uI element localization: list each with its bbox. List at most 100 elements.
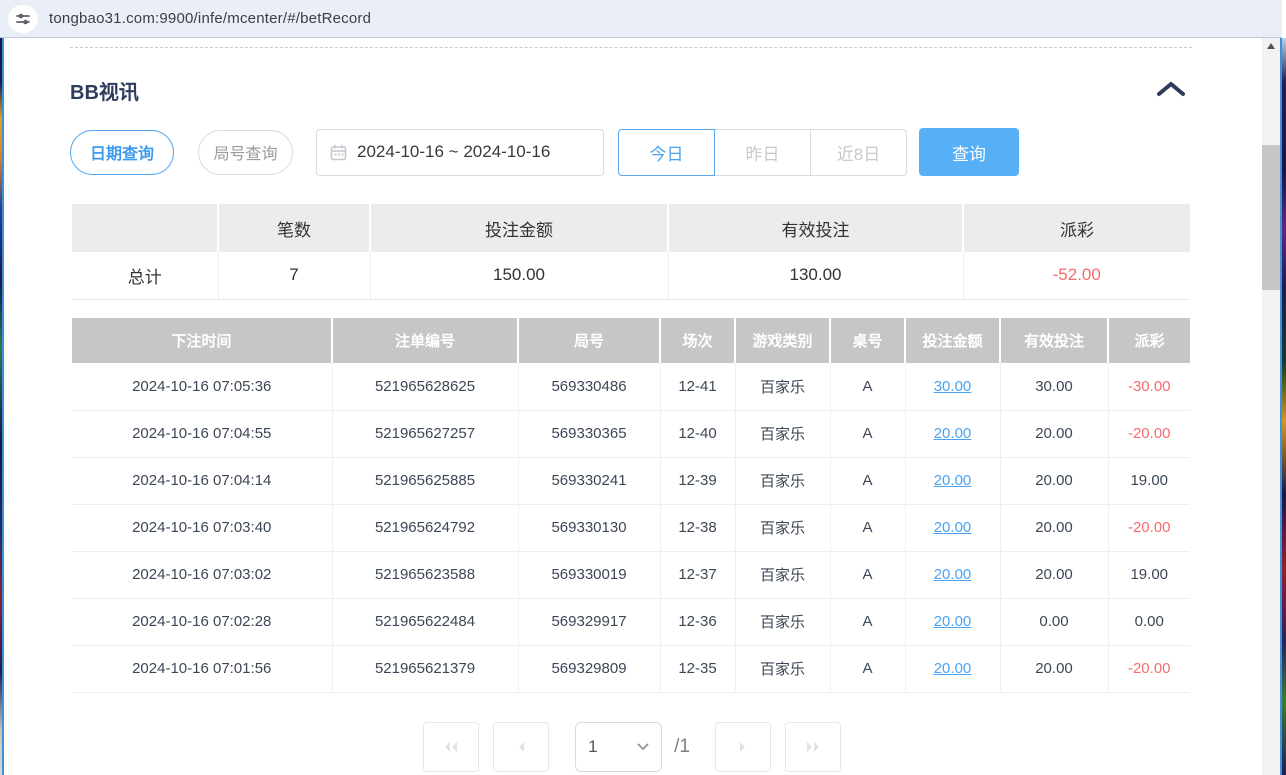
- quick-yesterday-button[interactable]: 昨日: [714, 129, 811, 176]
- date-range-input[interactable]: 2024-10-16 ~ 2024-10-16: [316, 129, 604, 176]
- bet-amount-link[interactable]: 20.00: [934, 472, 972, 489]
- table-cell: 20.00: [1000, 551, 1108, 598]
- table-cell: 521965622484: [332, 598, 518, 645]
- bet-amount-cell: 20.00: [905, 504, 1000, 551]
- page-title: BB视讯: [70, 76, 139, 105]
- table-cell: 百家乐: [735, 645, 830, 692]
- table-cell: 12-39: [660, 457, 735, 504]
- quick-today-button[interactable]: 今日: [618, 129, 715, 176]
- table-cell: -20.00: [1108, 645, 1190, 692]
- table-cell: 569329917: [518, 598, 660, 645]
- bet-records-table: 下注时间注单编号局号场次游戏类别桌号投注金额有效投注派彩 2024-10-16 …: [72, 318, 1190, 693]
- bet-amount-cell: 20.00: [905, 645, 1000, 692]
- tune-icon: [15, 11, 31, 27]
- collapse-section-button[interactable]: [1152, 77, 1190, 101]
- table-cell: 2024-10-16 07:04:14: [72, 457, 332, 504]
- table-cell: A: [830, 410, 905, 457]
- popup-border-left: [2, 38, 4, 775]
- bet-amount-link[interactable]: 20.00: [934, 613, 972, 630]
- tab-date-query[interactable]: 日期查询: [70, 130, 174, 175]
- table-cell: -20.00: [1108, 504, 1190, 551]
- table-cell: 0.00: [1000, 598, 1108, 645]
- browser-window: tongbao31.com:9900/infe/mcenter/#/betRec…: [0, 0, 1286, 775]
- table-cell: 20.00: [1000, 504, 1108, 551]
- records-header-cell: 派彩: [1108, 318, 1190, 363]
- quick-last8days-button[interactable]: 近8日: [810, 129, 907, 176]
- table-row: 2024-10-16 07:04:55521965627257569330365…: [72, 410, 1190, 457]
- table-cell: 2024-10-16 07:03:02: [72, 551, 332, 598]
- page-total-label: /1: [674, 722, 690, 772]
- records-header-row: 下注时间注单编号局号场次游戏类别桌号投注金额有效投注派彩: [72, 318, 1190, 363]
- search-button[interactable]: 查询: [919, 128, 1019, 176]
- table-row: 2024-10-16 07:04:14521965625885569330241…: [72, 457, 1190, 504]
- bet-amount-link[interactable]: 20.00: [934, 425, 972, 442]
- dashed-divider: [70, 47, 1192, 48]
- bet-amount-link[interactable]: 30.00: [934, 378, 972, 395]
- summary-table: 笔数投注金额有效投注派彩 总计 7 150.00 130.00 -52.00: [72, 204, 1190, 300]
- table-cell: 2024-10-16 07:03:40: [72, 504, 332, 551]
- next-page-button[interactable]: [715, 722, 771, 772]
- browser-address-bar[interactable]: tongbao31.com:9900/infe/mcenter/#/betRec…: [0, 0, 1282, 38]
- table-cell: 百家乐: [735, 410, 830, 457]
- site-settings-icon[interactable]: [8, 5, 38, 33]
- last-page-button[interactable]: [785, 722, 841, 772]
- table-cell: 569330019: [518, 551, 660, 598]
- summary-payout: -52.00: [963, 252, 1190, 299]
- table-cell: 521965621379: [332, 645, 518, 692]
- bet-amount-link[interactable]: 20.00: [934, 660, 972, 677]
- table-cell: 百家乐: [735, 457, 830, 504]
- table-row: 2024-10-16 07:01:56521965621379569329809…: [72, 645, 1190, 692]
- scrollbar[interactable]: [1262, 38, 1280, 775]
- table-cell: 521965627257: [332, 410, 518, 457]
- table-cell: A: [830, 457, 905, 504]
- table-cell: 569330486: [518, 363, 660, 410]
- table-cell: 2024-10-16 07:02:28: [72, 598, 332, 645]
- table-cell: A: [830, 598, 905, 645]
- records-header-cell: 下注时间: [72, 318, 332, 363]
- summary-total-label: 总计: [72, 252, 218, 299]
- pagination-bar: 1 /1: [2, 722, 1262, 772]
- calendar-icon: [330, 144, 347, 161]
- table-cell: A: [830, 551, 905, 598]
- table-cell: 569329809: [518, 645, 660, 692]
- table-cell: 19.00: [1108, 457, 1190, 504]
- records-header-cell: 桌号: [830, 318, 905, 363]
- page-select[interactable]: 1: [575, 722, 662, 772]
- table-cell: 521965624792: [332, 504, 518, 551]
- date-range-value: 2024-10-16 ~ 2024-10-16: [357, 142, 550, 162]
- url-text: tongbao31.com:9900/infe/mcenter/#/betRec…: [49, 10, 371, 27]
- table-cell: A: [830, 363, 905, 410]
- table-cell: 12-37: [660, 551, 735, 598]
- table-cell: -30.00: [1108, 363, 1190, 410]
- table-cell: A: [830, 645, 905, 692]
- table-cell: 569330241: [518, 457, 660, 504]
- bet-amount-cell: 30.00: [905, 363, 1000, 410]
- table-cell: A: [830, 504, 905, 551]
- bet-amount-link[interactable]: 20.00: [934, 519, 972, 536]
- scrollbar-up-arrow[interactable]: [1262, 38, 1280, 54]
- arrow-left-icon: [515, 740, 527, 754]
- table-cell: 百家乐: [735, 598, 830, 645]
- table-row: 2024-10-16 07:05:36521965628625569330486…: [72, 363, 1190, 410]
- table-cell: 569330130: [518, 504, 660, 551]
- table-cell: 19.00: [1108, 551, 1190, 598]
- first-page-button[interactable]: [423, 722, 479, 772]
- table-cell: 2024-10-16 07:04:55: [72, 410, 332, 457]
- chevron-up-icon: [1155, 79, 1187, 99]
- summary-bet-amount: 150.00: [370, 252, 668, 299]
- double-arrow-right-icon: [804, 740, 822, 754]
- previous-page-button[interactable]: [493, 722, 549, 772]
- summary-count: 7: [218, 252, 370, 299]
- filter-toolbar: 日期查询 局号查询 2024-10-16 ~ 2024-10-16 今日 昨日 …: [70, 128, 1019, 176]
- scrollbar-thumb[interactable]: [1262, 145, 1280, 290]
- table-cell: 521965623588: [332, 551, 518, 598]
- tab-round-query[interactable]: 局号查询: [198, 130, 293, 175]
- quick-range-group: 今日 昨日 近8日: [618, 129, 907, 176]
- records-header-cell: 有效投注: [1000, 318, 1108, 363]
- summary-header-cell: [72, 204, 218, 252]
- records-header-cell: 局号: [518, 318, 660, 363]
- table-cell: 2024-10-16 07:05:36: [72, 363, 332, 410]
- table-cell: 20.00: [1000, 410, 1108, 457]
- table-cell: 0.00: [1108, 598, 1190, 645]
- bet-amount-link[interactable]: 20.00: [934, 566, 972, 583]
